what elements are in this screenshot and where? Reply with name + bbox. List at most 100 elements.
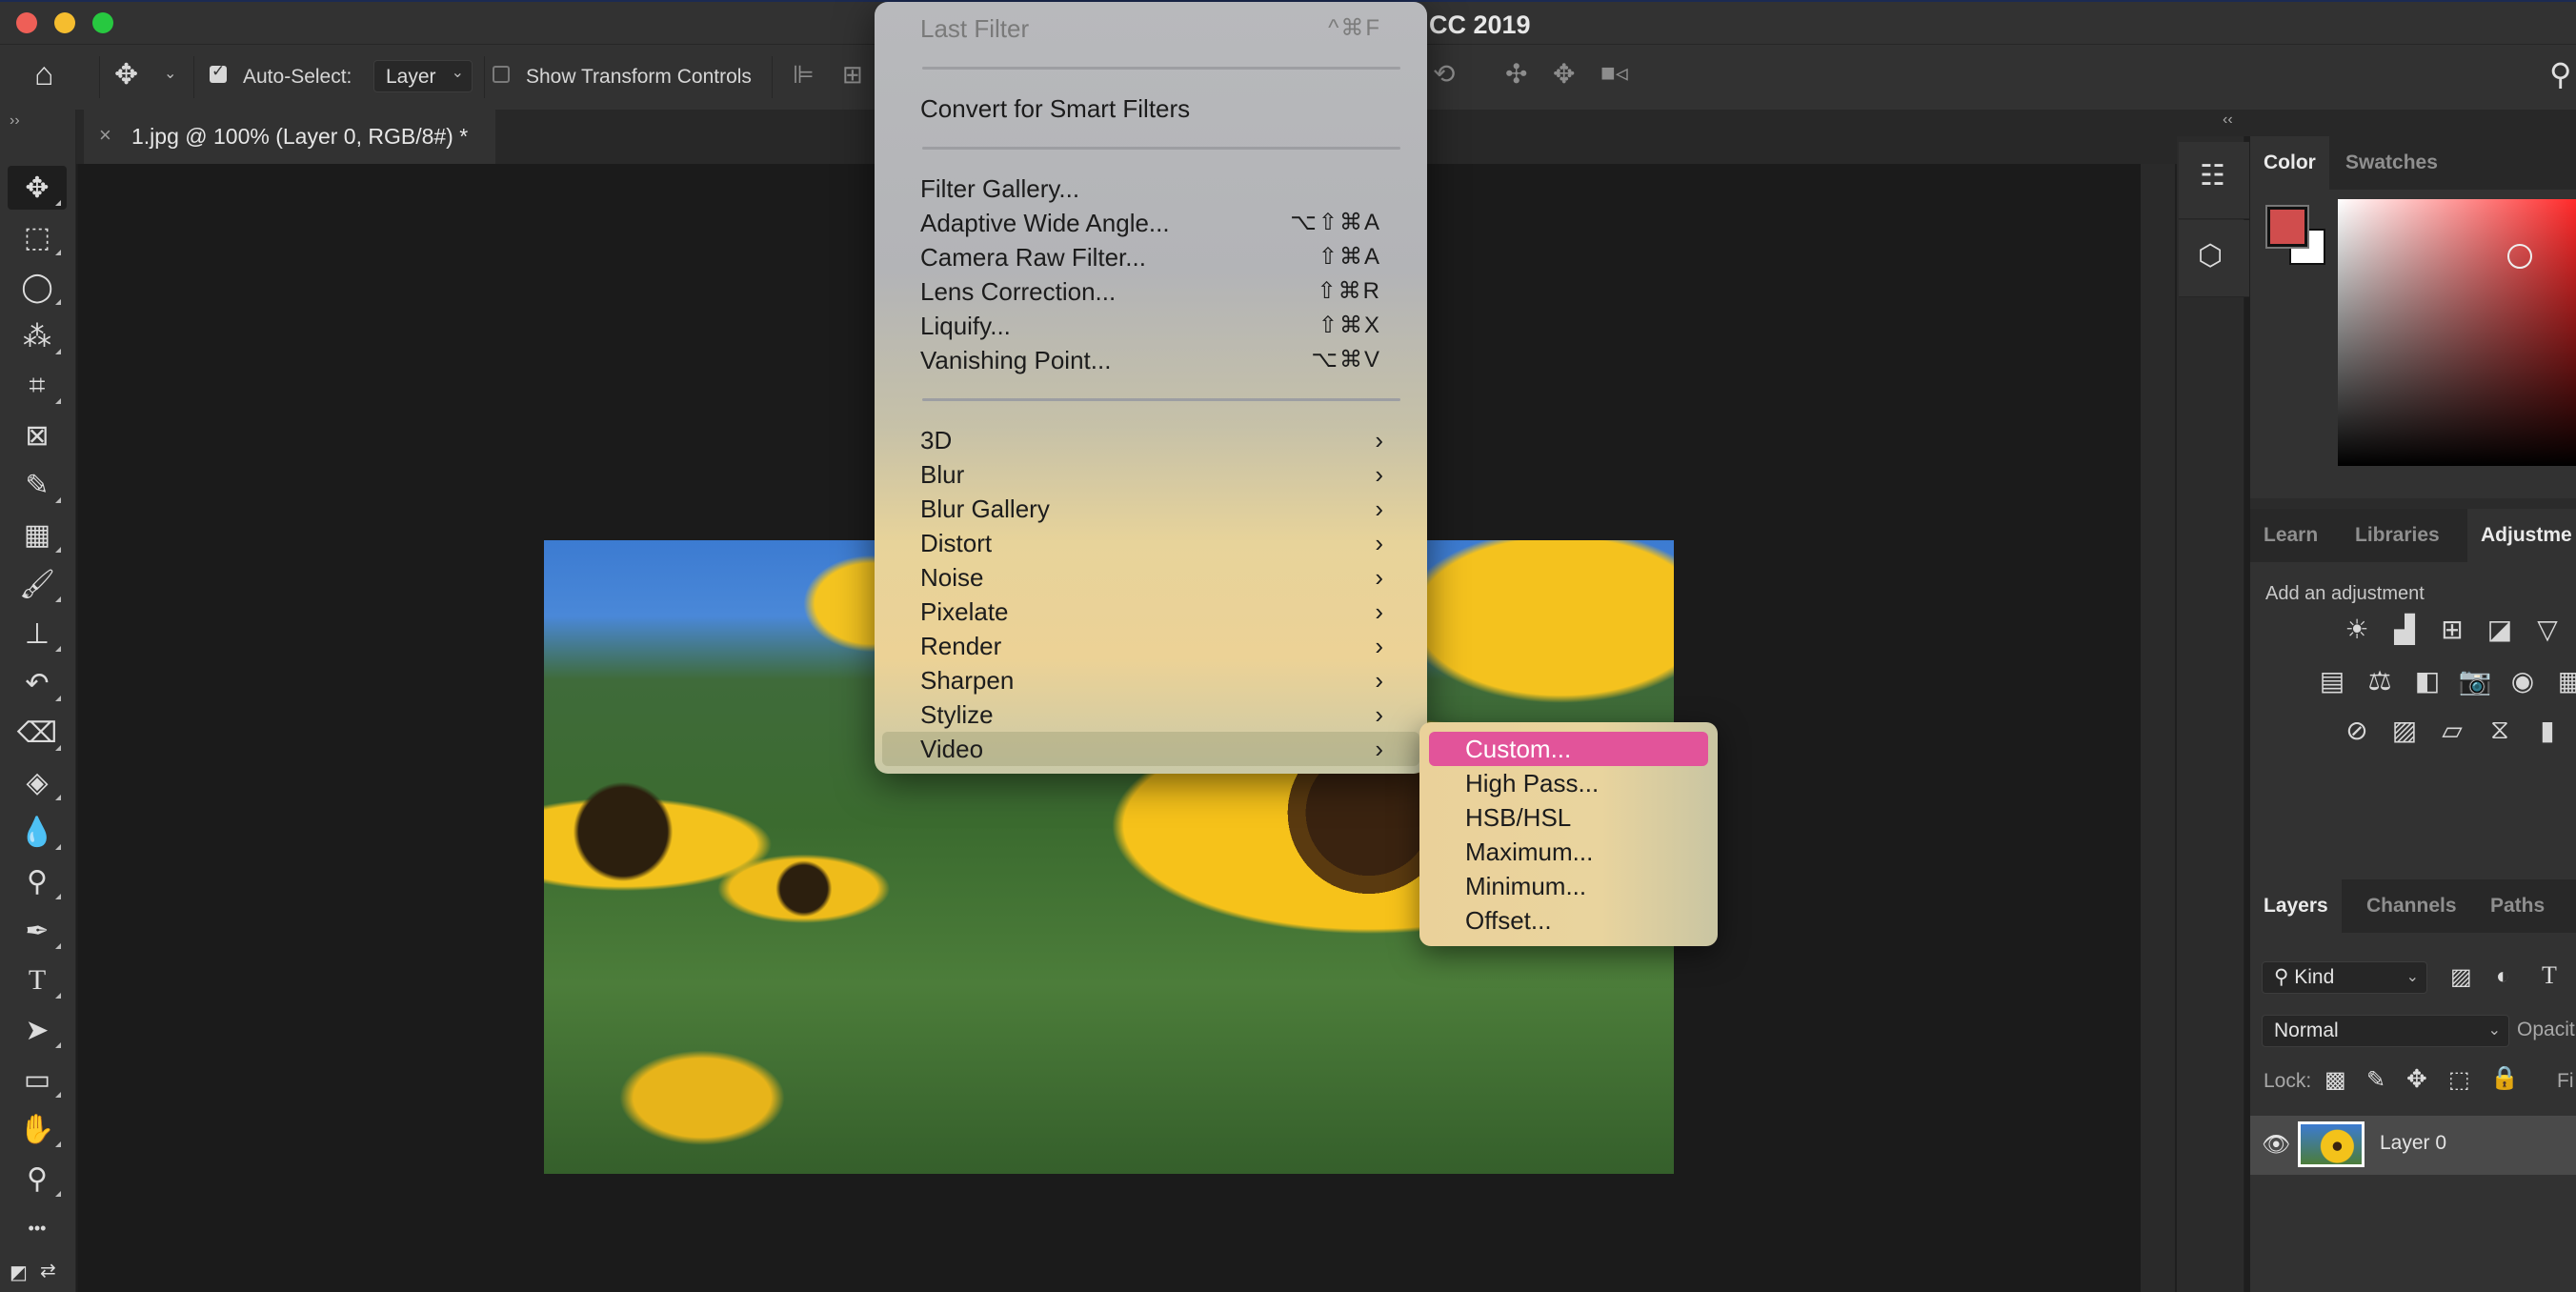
tool-move[interactable]: ✥: [8, 166, 67, 210]
tool-pen[interactable]: ✒: [8, 909, 67, 953]
tool-history-brush[interactable]: ↶: [8, 661, 67, 705]
document-tab[interactable]: × 1.jpg @ 100% (Layer 0, RGB/8#) *: [84, 110, 495, 164]
tab-learn[interactable]: Learn: [2250, 509, 2331, 562]
collapse-dock-icon[interactable]: ‹‹: [2223, 111, 2233, 129]
tool-type[interactable]: T: [8, 959, 67, 1002]
tab-swatches[interactable]: Swatches: [2332, 136, 2451, 190]
threshold-icon[interactable]: ▱: [2437, 715, 2467, 745]
tool-crop[interactable]: ⌗: [8, 364, 67, 408]
foreground-color-swatch[interactable]: [2265, 205, 2309, 249]
filter-pixel-layers-icon[interactable]: ▨: [2450, 963, 2472, 991]
channel-mixer-icon[interactable]: ◉: [2507, 665, 2538, 696]
default-colors-icon[interactable]: ◩: [10, 1261, 28, 1284]
invert-icon[interactable]: ⊘: [2342, 715, 2372, 745]
swap-colors-icon[interactable]: ⇄: [40, 1259, 56, 1282]
close-window-button[interactable]: [16, 12, 37, 33]
tool-dodge[interactable]: ⚲: [8, 859, 67, 903]
posterize-icon[interactable]: ▨: [2389, 715, 2420, 745]
levels-icon[interactable]: ▟: [2389, 614, 2420, 644]
tab-layers[interactable]: Layers: [2250, 879, 2342, 933]
submenu-item-maximum[interactable]: Maximum...: [1465, 835, 1593, 869]
tool-clone-stamp[interactable]: ⊥: [8, 612, 67, 656]
menu-item-sharpen[interactable]: Sharpen ›: [920, 663, 1389, 697]
menu-item-noise[interactable]: Noise ›: [920, 560, 1389, 595]
curves-icon[interactable]: ⊞: [2437, 614, 2467, 644]
3d-properties-panel-button[interactable]: ⬡: [2179, 220, 2249, 297]
menu-item-vanishing-point[interactable]: Vanishing Point... ⌥⌘V: [920, 343, 1389, 377]
blend-mode-dropdown[interactable]: Normal ⌄: [2262, 1015, 2509, 1047]
menu-item-blur-gallery[interactable]: Blur Gallery ›: [920, 492, 1389, 526]
tool-paint-bucket[interactable]: ◈: [8, 760, 67, 804]
lock-all-icon[interactable]: 🔒: [2490, 1064, 2519, 1092]
minimize-window-button[interactable]: [54, 12, 75, 33]
show-transform-checkbox[interactable]: [493, 66, 510, 83]
auto-select-dropdown[interactable]: Layer ⌄: [373, 60, 473, 92]
tab-paths[interactable]: Paths: [2477, 879, 2558, 933]
tool-blur[interactable]: 💧: [8, 810, 67, 854]
gradient-map-icon[interactable]: ▮: [2532, 715, 2563, 745]
filter-type-layers-icon[interactable]: T: [2542, 961, 2557, 990]
align-center-icon[interactable]: ⊞: [842, 60, 863, 90]
lock-artboard-icon[interactable]: ⬚: [2448, 1066, 2470, 1094]
auto-select-checkbox[interactable]: ✓: [210, 62, 227, 83]
color-field[interactable]: [2338, 199, 2576, 466]
submenu-item-offset[interactable]: Offset...: [1465, 903, 1552, 938]
layer-row[interactable]: 👁 Layer 0: [2250, 1116, 2576, 1175]
submenu-item-minimum[interactable]: Minimum...: [1465, 869, 1586, 903]
3d-pan-icon[interactable]: ✥: [1553, 58, 1575, 90]
menu-item-3d[interactable]: 3D ›: [920, 423, 1389, 457]
layer-visibility-eye-icon[interactable]: 👁: [2262, 1131, 2290, 1159]
move-icon[interactable]: ✥: [114, 58, 138, 91]
exposure-icon[interactable]: ◪: [2485, 614, 2515, 644]
tool-frame[interactable]: ⊠: [8, 414, 67, 457]
menu-item-convert-for-smart-filters[interactable]: Convert for Smart Filters: [920, 91, 1389, 126]
home-icon[interactable]: ⌂: [34, 56, 54, 93]
tab-channels[interactable]: Channels: [2353, 879, 2470, 933]
menu-item-other[interactable]: Other ›: [920, 766, 1389, 774]
vibrance-icon[interactable]: ▽: [2532, 614, 2563, 644]
submenu-item-custom[interactable]: Custom...: [1465, 732, 1571, 766]
tool-healing-brush[interactable]: ▦: [8, 513, 67, 556]
lock-image-pixels-icon[interactable]: ✎: [2366, 1066, 2385, 1094]
align-left-icon[interactable]: ⊫: [793, 60, 815, 90]
3d-orbit-icon[interactable]: ⟲: [1433, 58, 1455, 90]
search-icon[interactable]: ⚲: [2549, 56, 2571, 92]
expand-panel-icon[interactable]: ››: [10, 112, 20, 130]
submenu-item-hsb-hsl[interactable]: HSB/HSL: [1465, 800, 1571, 835]
lock-transparent-pixels-icon[interactable]: ▩: [2324, 1066, 2346, 1094]
submenu-item-high-pass[interactable]: High Pass...: [1465, 766, 1599, 800]
menu-item-adaptive-wide-angle[interactable]: Adaptive Wide Angle... ⌥⇧⌘A: [920, 206, 1389, 240]
tab-libraries[interactable]: Libraries: [2342, 509, 2453, 562]
tool-path-selection[interactable]: ➤: [8, 1008, 67, 1052]
color-lookup-icon[interactable]: ▦: [2555, 665, 2576, 696]
zoom-window-button[interactable]: [92, 12, 113, 33]
color-picker-cursor[interactable]: [2507, 244, 2532, 269]
tool-preset-chevron-icon[interactable]: ⌄: [164, 64, 176, 83]
close-tab-icon[interactable]: ×: [99, 123, 111, 148]
color-balance-icon[interactable]: ⚖: [2365, 665, 2395, 696]
tool-brush[interactable]: 🖌: [8, 562, 67, 606]
menu-item-render[interactable]: Render ›: [920, 629, 1389, 663]
tool-hand[interactable]: ✋: [8, 1107, 67, 1151]
canvas-vertical-scrollbar[interactable]: [2141, 164, 2175, 1292]
photo-filter-icon[interactable]: 📷: [2459, 665, 2492, 696]
tab-color[interactable]: Color: [2250, 136, 2329, 190]
menu-item-stylize[interactable]: Stylize ›: [920, 697, 1389, 732]
selective-color-icon[interactable]: ⧖: [2485, 715, 2515, 745]
menu-item-pixelate[interactable]: Pixelate ›: [920, 595, 1389, 629]
lock-position-icon[interactable]: ✥: [2406, 1064, 2427, 1094]
menu-item-liquify[interactable]: Liquify... ⇧⌘X: [920, 309, 1389, 343]
menu-item-camera-raw-filter[interactable]: Camera Raw Filter... ⇧⌘A: [920, 240, 1389, 274]
tool-more-tools[interactable]: •••: [8, 1206, 67, 1250]
filter-adjustment-layers-icon[interactable]: ◐: [2496, 963, 2510, 990]
brightness-contrast-icon[interactable]: ☀: [2342, 614, 2372, 644]
history-panel-button[interactable]: ☷: [2179, 142, 2249, 219]
tool-magic-wand[interactable]: ⁂: [8, 314, 67, 358]
3d-video-icon[interactable]: ■◃: [1600, 58, 1628, 88]
tab-adjustments[interactable]: Adjustme: [2467, 509, 2576, 562]
menu-item-video[interactable]: Video ›: [920, 732, 1389, 766]
menu-item-lens-correction[interactable]: Lens Correction... ⇧⌘R: [920, 274, 1389, 309]
menu-item-filter-gallery[interactable]: Filter Gallery...: [920, 172, 1389, 206]
tool-lasso[interactable]: ◯: [8, 265, 67, 309]
hue-saturation-icon[interactable]: ▤: [2317, 665, 2347, 696]
